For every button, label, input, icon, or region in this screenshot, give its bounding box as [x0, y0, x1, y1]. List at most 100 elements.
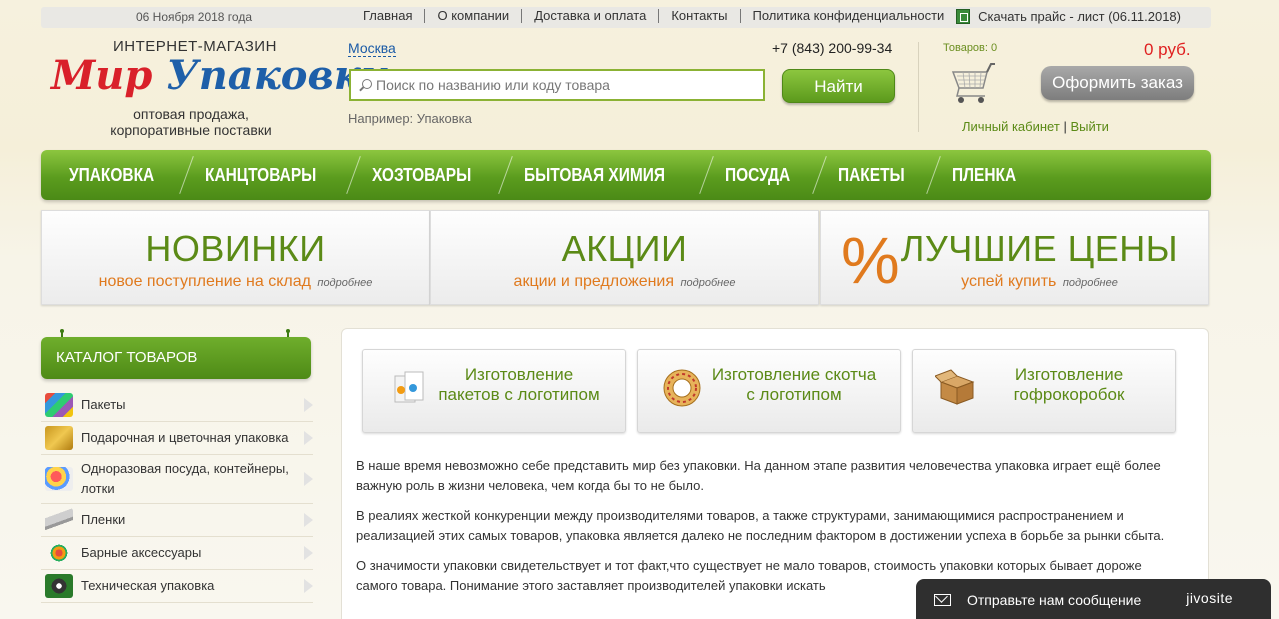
- promo-sub-text: успей купить: [961, 273, 1057, 290]
- logo-wordmark: Мир Упаковки: [51, 52, 390, 99]
- service-title-line: пакетов с логотипом: [438, 385, 600, 404]
- account-link[interactable]: Личный кабинет: [962, 119, 1060, 134]
- link-privacy[interactable]: Политика конфиденциальности: [739, 9, 957, 23]
- catalog-item-label: Барные аксессуары: [81, 545, 202, 560]
- main-content: Изготовление пакетов с логотипом Изготов…: [341, 328, 1209, 619]
- chevron-right-icon: [304, 513, 313, 527]
- percent-icon: %: [841, 223, 900, 297]
- promo-more-link[interactable]: подробнее: [317, 277, 372, 289]
- service-title-line: гофрокоробок: [1013, 385, 1125, 404]
- catalog-list: Пакеты Подарочная и цветочная упаковка О…: [41, 389, 313, 603]
- link-about[interactable]: О компании: [424, 9, 521, 23]
- catalog-item-films[interactable]: Пленки: [41, 504, 313, 537]
- article-paragraph: В наше время невозможно себе представить…: [356, 458, 1161, 493]
- chevron-right-icon: [304, 472, 313, 486]
- nav-packaging[interactable]: УПАКОВКА: [69, 165, 154, 186]
- promo-subtitle: акции и предложения подробнее: [431, 273, 818, 291]
- cart-sum: 0 руб.: [1144, 40, 1191, 59]
- nav-bags[interactable]: ПАКЕТЫ: [838, 165, 905, 186]
- promo-subtitle: новое поступление на склад подробнее: [42, 273, 429, 291]
- logout-link[interactable]: Выйти: [1070, 119, 1109, 134]
- price-download[interactable]: Скачать прайс - лист (06.11.2018): [956, 9, 1181, 24]
- nav-film[interactable]: ПЛЕНКА: [952, 165, 1016, 186]
- city-selector[interactable]: Москва: [348, 40, 396, 57]
- search-input[interactable]: [376, 77, 756, 93]
- promo-best-prices[interactable]: % ЛУЧШИЕ ЦЕНЫ успей купить подробнее: [820, 210, 1209, 305]
- nav-stationery[interactable]: КАНЦТОВАРЫ: [205, 165, 316, 186]
- service-title-line: Изготовление: [464, 365, 574, 384]
- chat-widget[interactable]: Отправьте нам сообщение jivosite: [916, 579, 1271, 619]
- chat-brand: jivosite: [1186, 590, 1233, 606]
- promo-title: НОВИНКИ: [145, 228, 326, 269]
- promo-more-link[interactable]: подробнее: [680, 277, 735, 289]
- gift-wrap-icon: [45, 426, 73, 450]
- catalog-item-bar[interactable]: Барные аксессуары: [41, 537, 313, 570]
- envelope-icon: [934, 594, 951, 606]
- link-delivery[interactable]: Доставка и оплата: [521, 9, 658, 23]
- nav-divider: [811, 156, 827, 194]
- nav-divider: [699, 156, 714, 194]
- technical-packaging-icon: [45, 574, 73, 598]
- chat-label[interactable]: Отправьте нам сообщение: [967, 592, 1141, 608]
- shopping-cart-icon[interactable]: [947, 58, 997, 108]
- article-paragraph: В реалиях жесткой конкуренции между прои…: [356, 508, 1165, 543]
- promo-new[interactable]: НОВИНКИ новое поступление на склад подро…: [41, 210, 430, 305]
- bags-icon: [45, 393, 73, 417]
- promo-sales[interactable]: АКЦИИ акции и предложения подробнее: [430, 210, 819, 305]
- catalog-item-disposable[interactable]: Одноразовая посуда, контейнеры, лотки: [41, 455, 313, 504]
- service-boxes[interactable]: Изготовление гофрокоробок: [912, 349, 1176, 433]
- logo[interactable]: ИНТЕРНЕТ-МАГАЗИН Мир Упаковки оптовая пр…: [41, 36, 390, 144]
- catalog-item-technical[interactable]: Техническая упаковка: [41, 570, 313, 603]
- catalog-item-label: Техническая упаковка: [81, 578, 215, 593]
- catalog-header: КАТАЛОГ ТОВАРОВ: [41, 337, 311, 379]
- catalog-item-label: Пакеты: [81, 397, 126, 412]
- nav-divider: [179, 156, 194, 194]
- service-title: Изготовление скотча с логотипом: [694, 365, 894, 405]
- nav-divider: [345, 156, 361, 194]
- logo-sub-line-2: корпоративные поставки: [110, 122, 272, 138]
- excel-icon: [956, 9, 971, 24]
- link-home[interactable]: Главная: [351, 9, 424, 23]
- promo-sub-text: акции и предложения: [513, 273, 675, 290]
- film-roll-icon: [45, 508, 73, 532]
- nav-divider: [498, 156, 513, 194]
- service-title: Изготовление пакетов с логотипом: [419, 365, 619, 405]
- find-button[interactable]: Найти: [782, 69, 895, 103]
- phone-number: +7 (843) 200-99-34: [772, 40, 893, 56]
- logo-subtitle: оптовая продажа, корпоративные поставки: [81, 106, 301, 138]
- account-links: Личный кабинет | Выйти: [962, 119, 1109, 134]
- catalog-item-label: Одноразовая посуда, контейнеры, лотки: [81, 461, 289, 496]
- catalog-item-label: Пленки: [81, 512, 126, 527]
- pin-icon: [58, 329, 66, 338]
- service-bags-logo[interactable]: Изготовление пакетов с логотипом: [362, 349, 626, 433]
- logo-word-1: Мир: [51, 52, 153, 99]
- service-title: Изготовление гофрокоробок: [969, 365, 1169, 405]
- link-contacts[interactable]: Контакты: [658, 9, 739, 23]
- service-tape-logo[interactable]: Изготовление скотча с логотипом: [637, 349, 901, 433]
- promo-sub-text: новое поступление на склад: [98, 273, 311, 290]
- nav-divider: [926, 156, 942, 194]
- main-nav: УПАКОВКА КАНЦТОВАРЫ ХОЗТОВАРЫ БЫТОВАЯ ХИ…: [41, 150, 1211, 200]
- current-date: 06 Ноября 2018 года: [136, 10, 252, 24]
- price-download-label[interactable]: Скачать прайс - лист (06.11.2018): [978, 9, 1181, 24]
- chevron-right-icon: [304, 431, 313, 445]
- account-separator: |: [1063, 119, 1067, 134]
- checkout-button[interactable]: Оформить заказ: [1041, 66, 1194, 100]
- chevron-right-icon: [304, 579, 313, 593]
- service-title-line: Изготовление: [1014, 365, 1124, 384]
- disposable-dishes-icon: [45, 467, 73, 491]
- catalog-item-gift-wrap[interactable]: Подарочная и цветочная упаковка: [41, 422, 313, 455]
- catalog-item-bags[interactable]: Пакеты: [41, 389, 313, 422]
- bar-accessories-icon: [45, 541, 73, 565]
- search-icon: [359, 78, 372, 92]
- chevron-right-icon: [304, 546, 313, 560]
- search-box[interactable]: [349, 69, 765, 101]
- nav-chemicals[interactable]: БЫТОВАЯ ХИМИЯ: [524, 165, 665, 186]
- service-title-line: Изготовление скотча: [711, 365, 877, 384]
- nav-household[interactable]: ХОЗТОВАРЫ: [372, 165, 471, 186]
- top-bar: 06 Ноября 2018 года Главная О компании Д…: [41, 7, 1211, 28]
- service-title-line: с логотипом: [746, 385, 842, 404]
- promo-more-link[interactable]: подробнее: [1063, 277, 1118, 289]
- nav-dishes[interactable]: ПОСУДА: [725, 165, 790, 186]
- search-example: Например: Упаковка: [348, 111, 472, 126]
